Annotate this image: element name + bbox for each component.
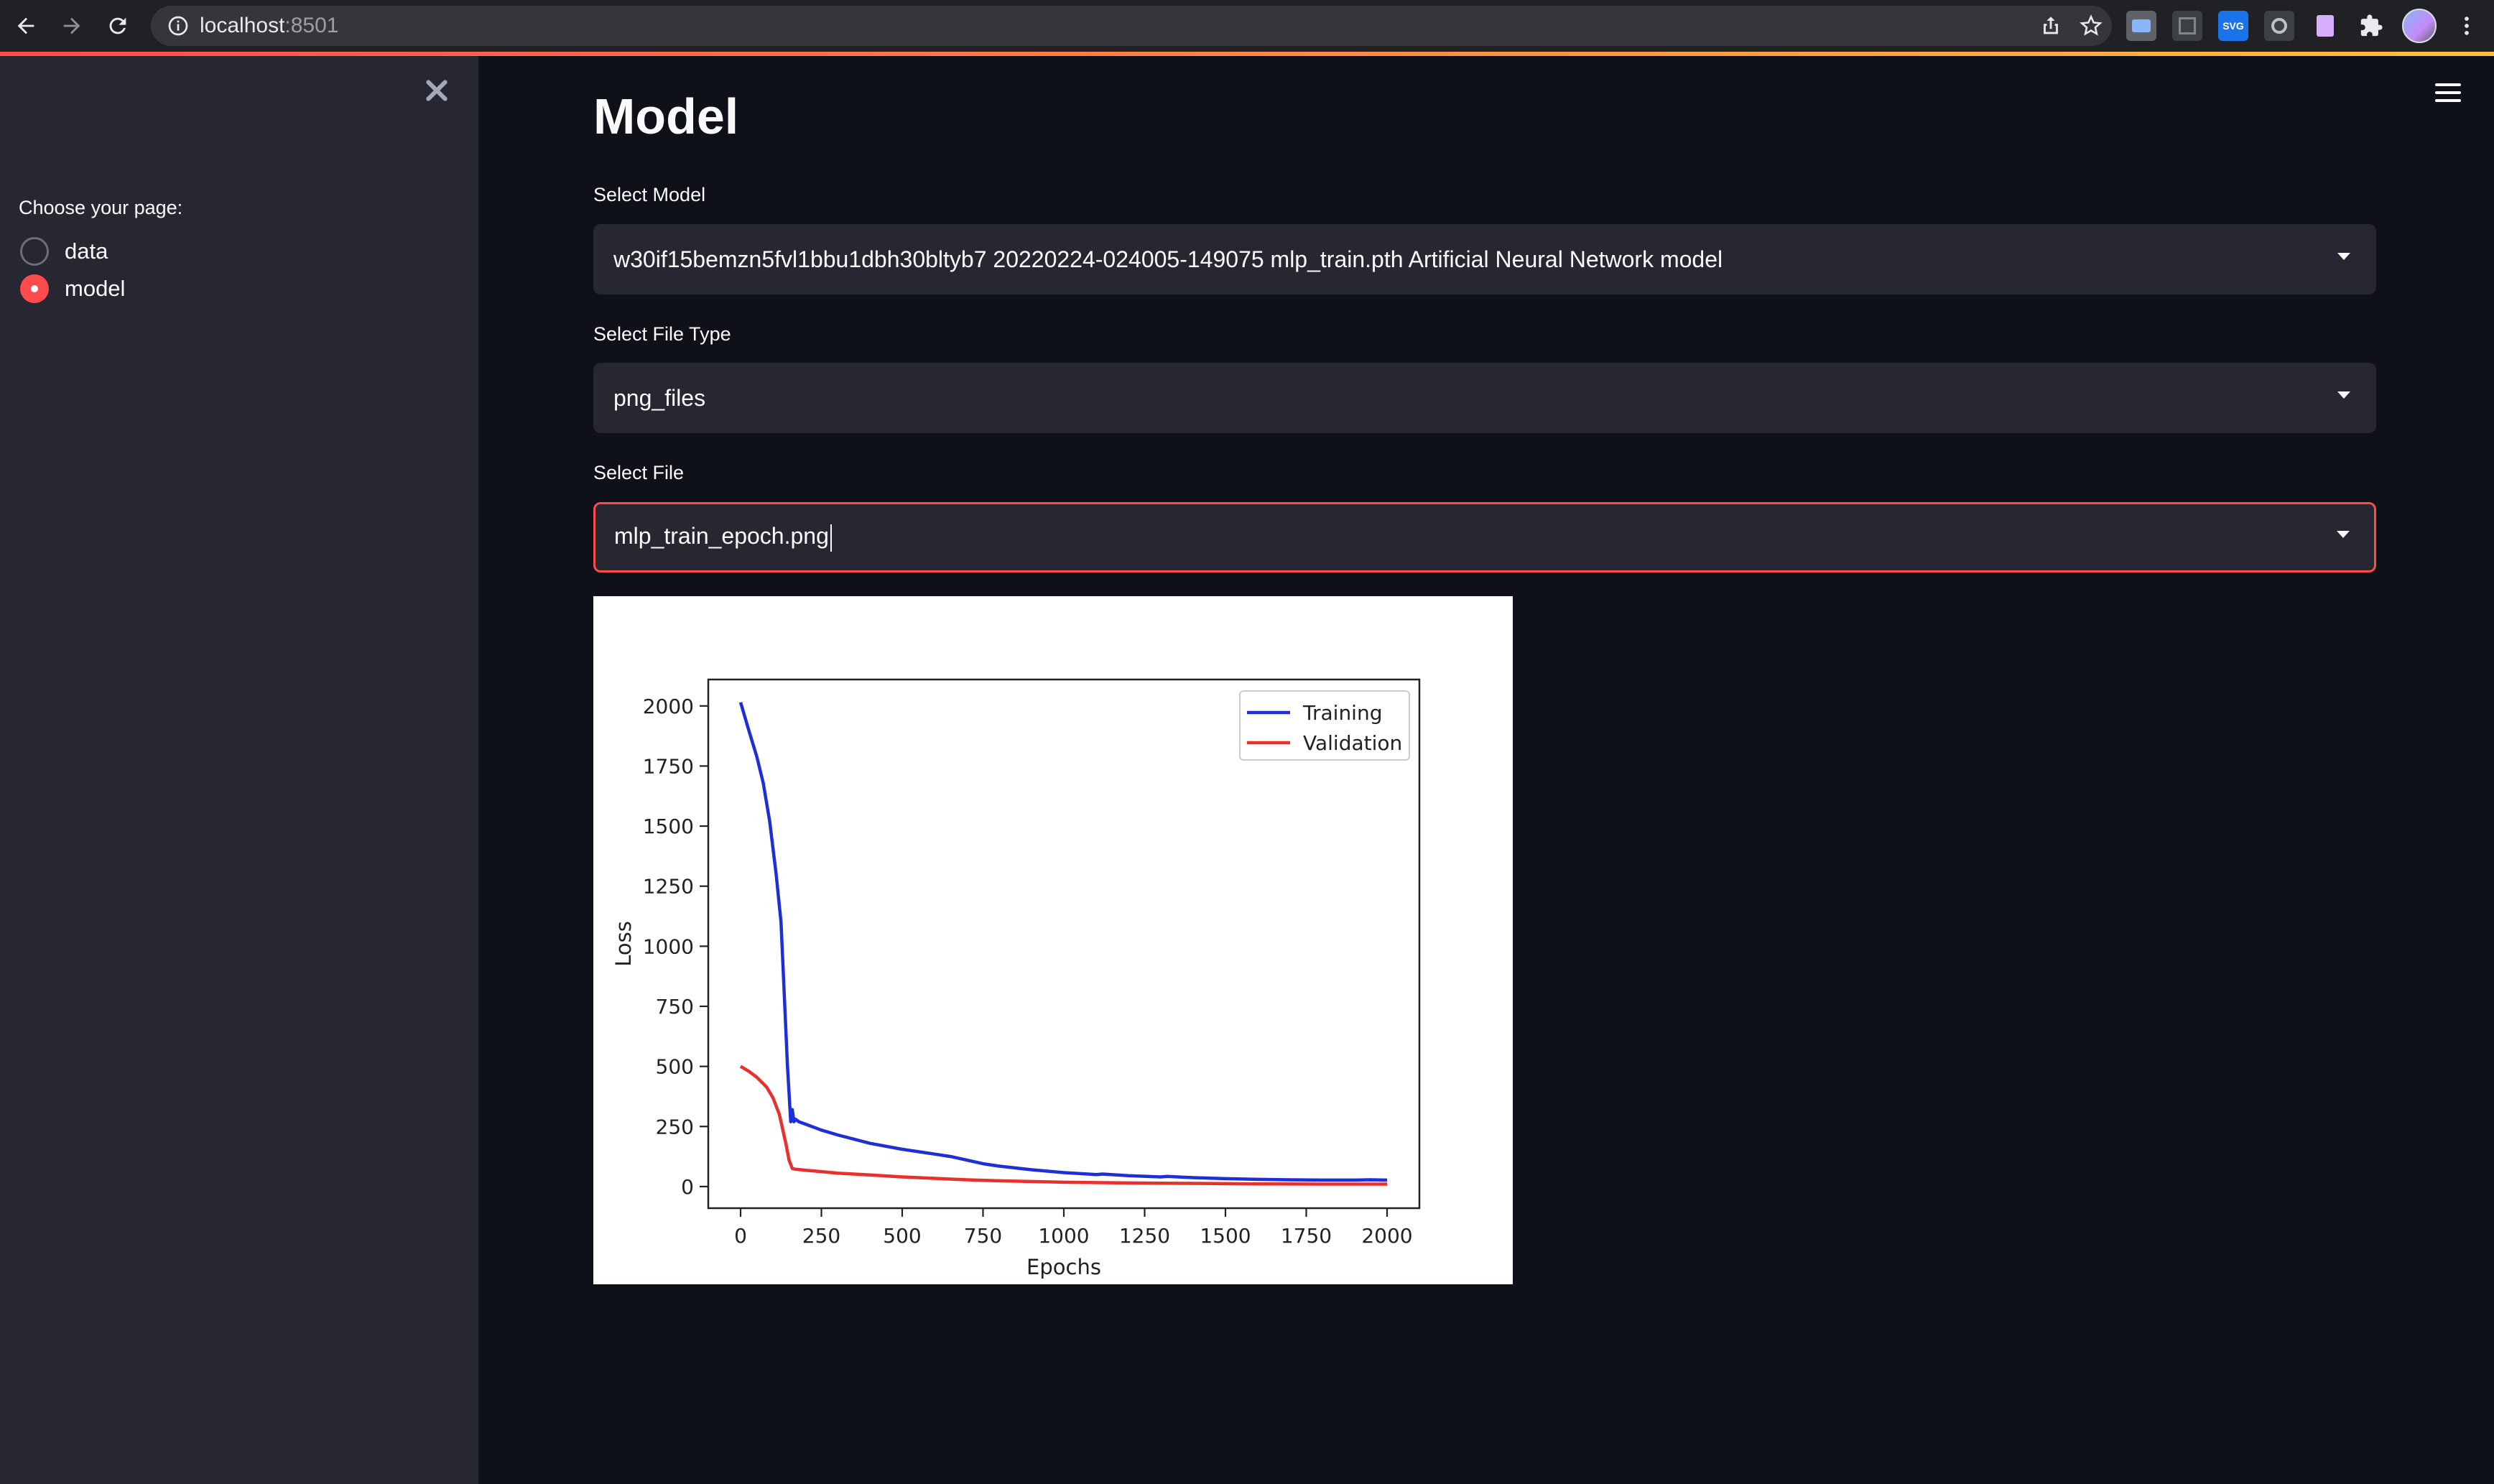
reload-icon [109,17,126,34]
app-menu-icon[interactable] [2435,83,2461,105]
x-tick-label: 2000 [1361,1224,1412,1248]
chevron-down-icon [2337,391,2350,399]
url-port: :8501 [284,14,339,37]
y-tick-label: 250 [656,1115,694,1138]
x-axis-label: Epochs [1026,1255,1101,1279]
puzzle-icon[interactable] [2356,11,2386,41]
select-file-label: Select File [593,462,685,483]
url-host: localhost [200,14,285,37]
y-axis-label: Loss [611,921,636,967]
select-file-value: mlp_train_epoch.png [614,523,832,552]
arrow-right-icon [63,17,80,34]
loss-plot-image: 0 250 500 750 1000 1250 1500 1750 2000 0 250 500 750… [593,596,1513,1284]
y-tick-label: 500 [656,1055,694,1079]
extensions-bar: SVG [2126,7,2481,45]
puzzle-piece-icon [2360,14,2383,37]
series-line-validation [739,1065,1387,1186]
address-bar[interactable]: localhost:8501 [151,6,2112,46]
x-tick-label: 0 [734,1224,747,1248]
select-file-type-label: Select File Type [593,323,731,345]
loss-chart: 0 250 500 750 1000 1250 1500 1750 2000 0 250 500 750… [611,678,1421,1279]
y-tick-label: 750 [656,995,694,1019]
select-model-label: Select Model [593,184,706,205]
x-tick-label: 1250 [1119,1224,1170,1248]
y-tick-label: 1000 [643,935,694,958]
radio-option-model[interactable]: model [20,274,125,303]
select-file-text: mlp_train_epoch.png [614,523,829,549]
select-file-type-dropdown[interactable]: png_files [593,363,2376,433]
radio-button-data[interactable] [20,237,49,266]
share-icon[interactable] [2039,14,2063,38]
legend-label-validation: Validation [1303,731,1402,755]
document-extension-icon[interactable] [2310,11,2340,41]
info-icon[interactable] [167,14,190,37]
reload-button[interactable] [95,3,141,49]
gear-extension-icon[interactable] [2264,11,2294,41]
radio-option-data[interactable]: data [20,237,108,266]
chevron-down-icon [2337,531,2350,538]
series-line-training [738,702,1388,1182]
y-tick-label: 1250 [643,875,694,899]
text-cursor [830,524,832,552]
select-model-dropdown[interactable]: w30if15bemzn5fvl1bbu1dbh30bltyb7 2022022… [593,224,2376,295]
x-tick-label: 250 [802,1224,840,1248]
address-bar-actions [2039,6,2103,46]
y-tick-label: 1750 [643,754,694,778]
grid-extension-icon[interactable] [2172,11,2202,41]
y-tick-label: 2000 [643,695,694,718]
more-vertical-icon [2465,17,2469,35]
svg-extension-icon[interactable]: SVG [2218,11,2248,41]
screen-reader-extension-icon[interactable] [2126,11,2156,41]
url-text: localhost:8501 [200,14,338,38]
back-button[interactable] [3,3,49,49]
x-tick-label: 750 [964,1224,1002,1248]
sidebar: Choose your page: data model [0,56,478,1484]
browser-menu-button[interactable] [2452,7,2481,45]
bookmark-star-icon[interactable] [2079,14,2103,38]
arrow-left-icon [17,17,34,34]
radio-label-data: data [65,238,108,264]
y-tick-label: 0 [681,1175,694,1199]
chevron-down-icon [2337,253,2350,260]
radio-label-model: model [65,276,126,301]
page-title: Model [593,88,739,144]
x-tick-label: 1000 [1038,1224,1089,1248]
profile-avatar[interactable] [2402,9,2437,43]
close-sidebar-icon[interactable] [422,76,451,105]
select-file-dropdown[interactable]: mlp_train_epoch.png [593,502,2376,572]
forward-button[interactable] [49,3,95,49]
browser-toolbar: localhost:8501 SVG [0,0,2494,52]
x-tick-label: 1500 [1200,1224,1251,1248]
x-tick-label: 500 [883,1224,921,1248]
radio-button-model[interactable] [20,274,49,303]
svg-extension-label: SVG [2222,20,2244,32]
legend-label-training: Training [1302,701,1382,725]
select-file-type-value: png_files [613,384,706,411]
select-model-value: w30if15bemzn5fvl1bbu1dbh30bltyb7 2022022… [613,246,1723,272]
y-tick-label: 1500 [643,815,694,838]
page-radio-label: Choose your page: [19,197,183,218]
x-tick-label: 1750 [1281,1224,1332,1248]
